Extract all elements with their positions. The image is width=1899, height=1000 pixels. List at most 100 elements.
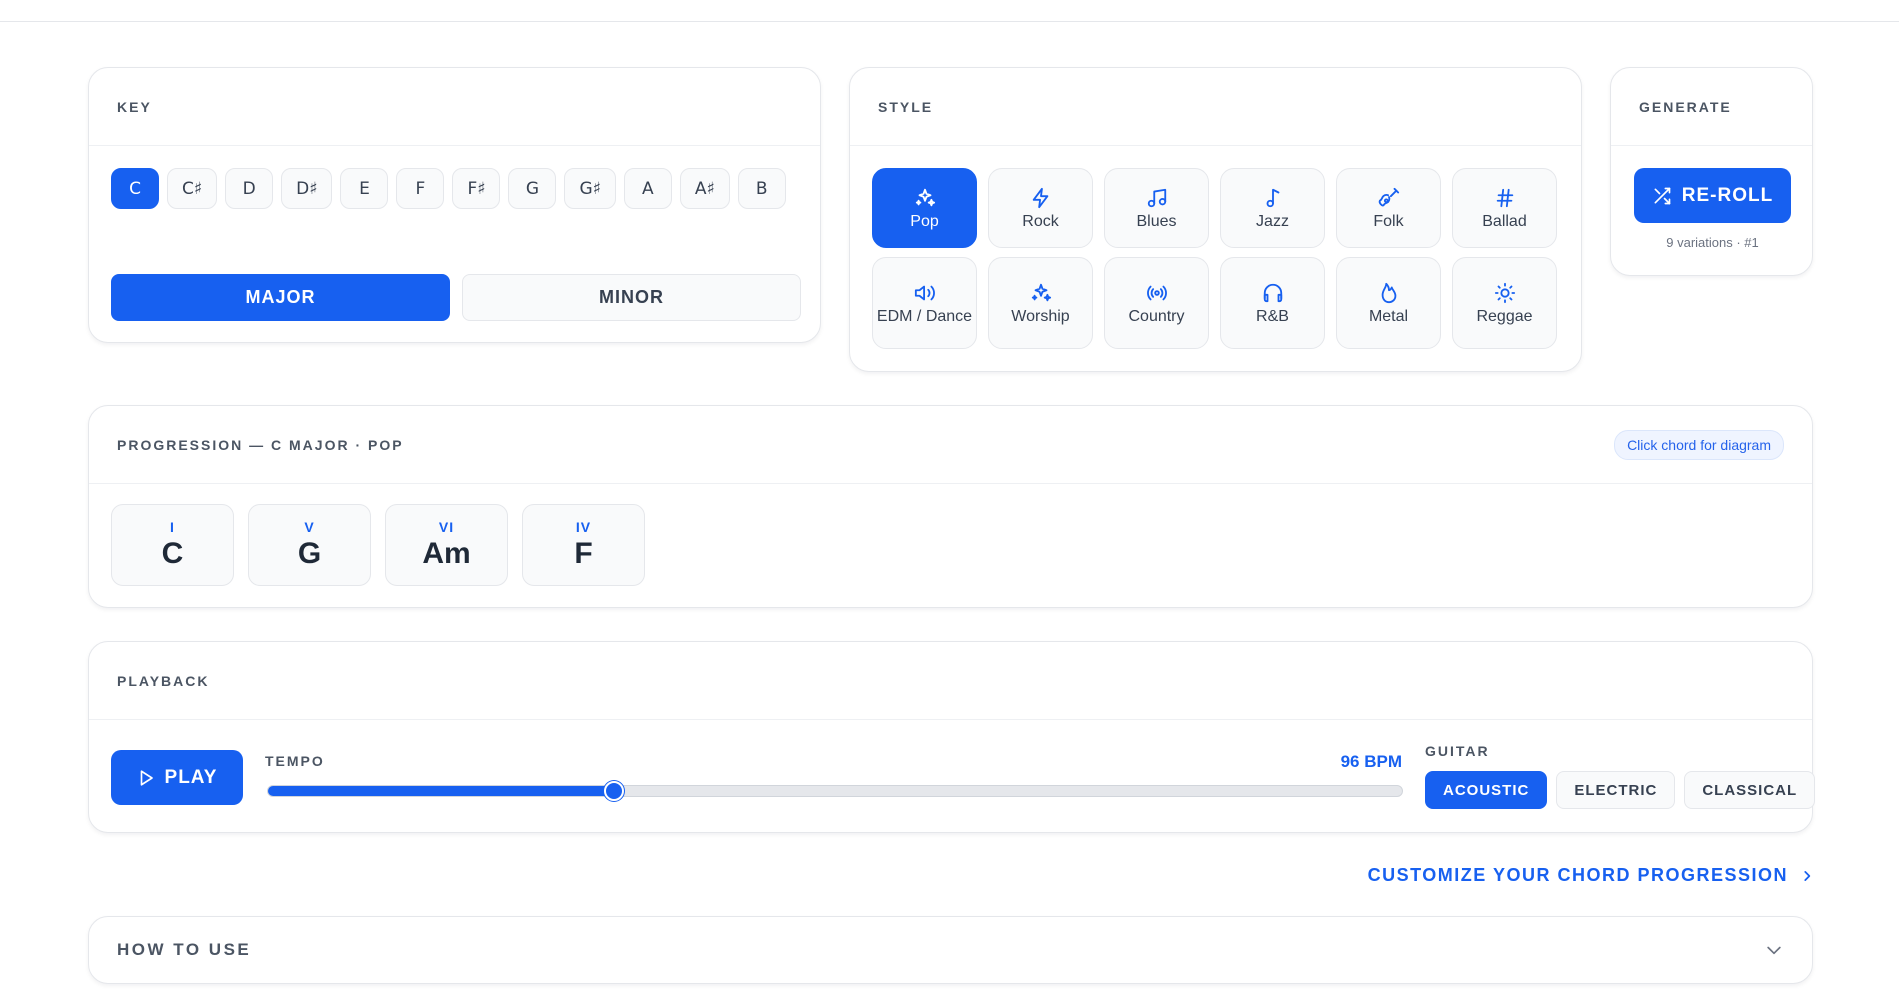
minor-mode-button[interactable]: MINOR (462, 274, 801, 321)
key-note-button[interactable]: F (396, 168, 445, 209)
key-note-button[interactable]: C♯ (167, 168, 218, 209)
style-option-label: Rock (1022, 213, 1059, 230)
style-option-label: Jazz (1256, 213, 1289, 230)
key-note-button[interactable]: G♯ (564, 168, 616, 209)
style-option-r-b[interactable]: R&B (1220, 257, 1325, 349)
chord-name: F (574, 537, 593, 570)
style-option-country[interactable]: Country (1104, 257, 1209, 349)
chevron-right-icon (1804, 870, 1811, 881)
lightning-icon (1032, 187, 1048, 209)
key-note-button[interactable]: B (737, 168, 786, 209)
key-note-button[interactable]: G (508, 168, 557, 209)
guitar-label: GUITAR (1425, 743, 1490, 759)
chord-card[interactable]: VG (248, 504, 371, 586)
key-card: KEY C C♯ D D♯ E F F♯ G G♯ A A♯ B MAJOR MINOR (88, 67, 821, 343)
flame-icon (1381, 282, 1396, 304)
mode-toggle: MAJOR MINOR (111, 274, 801, 321)
generate-title: GENERATE (1639, 98, 1732, 115)
style-option-label: Country (1128, 308, 1185, 325)
style-option-label: Reggae (1476, 308, 1533, 325)
reroll-button[interactable]: RE-ROLL (1634, 168, 1791, 223)
chord-name: C (161, 537, 184, 570)
style-option-edm-dance[interactable]: EDM / Dance (872, 257, 977, 349)
key-title: KEY (117, 98, 152, 115)
customize-progression-link[interactable]: CUSTOMIZE YOUR CHORD PROGRESSION (1368, 865, 1814, 886)
key-note-button[interactable]: D♯ (281, 168, 333, 209)
chord-numeral: IV (575, 519, 592, 535)
playback-card-header: PLAYBACK (89, 642, 1812, 720)
style-option-reggae[interactable]: Reggae (1452, 257, 1557, 349)
guitar-icon (1378, 187, 1399, 207)
sun-icon (1494, 282, 1515, 304)
chord-numeral: VI (438, 519, 455, 535)
style-option-jazz[interactable]: Jazz (1220, 168, 1325, 248)
progression-card-header: PROGRESSION — C MAJOR · POP Click chord … (89, 406, 1812, 484)
style-card: STYLE Pop Rock Blues Jazz Folk Ballad EDM / Da… (849, 67, 1582, 372)
how-to-use-title: HOW TO USE (117, 940, 252, 959)
style-option-label: EDM / Dance (876, 308, 973, 325)
key-note-button[interactable]: A (623, 168, 672, 209)
guitar-option-classical[interactable]: CLASSICAL (1684, 771, 1816, 809)
chevron-down-icon (1767, 946, 1781, 955)
chord-card[interactable]: IV F (522, 504, 645, 586)
style-option-label: Metal (1368, 308, 1409, 325)
key-note-button[interactable]: C (111, 168, 159, 209)
radio-icon (1146, 285, 1167, 301)
key-note-button[interactable]: D (225, 168, 274, 209)
guitar-option-electric[interactable]: ELECTRIC (1556, 771, 1676, 809)
guitar-option-acoustic[interactable]: ACOUSTIC (1425, 771, 1548, 809)
chord-name: Am (422, 537, 471, 570)
how-to-use-accordion[interactable]: HOW TO USE (88, 916, 1813, 984)
music-notes-icon (1147, 188, 1166, 208)
sparkles-icon (1031, 283, 1051, 302)
style-card-header: STYLE (850, 68, 1581, 146)
hash-icon (1496, 188, 1513, 208)
generate-card: GENERATE RE-ROLL 9 variations · #1 (1610, 67, 1813, 276)
speaker-icon (914, 285, 935, 301)
style-option-pop[interactable]: Pop (872, 168, 977, 248)
style-option-metal[interactable]: Metal (1336, 257, 1441, 349)
tempo-slider[interactable] (267, 781, 1403, 801)
style-option-label: Worship (1011, 308, 1070, 325)
tempo-slider-fill (268, 786, 614, 796)
progression-card: PROGRESSION — C MAJOR · POP Click chord … (88, 405, 1813, 608)
style-option-label: Ballad (1482, 213, 1527, 230)
progression-title: PROGRESSION — C MAJOR · POP (117, 436, 404, 453)
headphones-icon (1263, 283, 1282, 303)
chord-list: I C V G VI Am IV F (111, 504, 645, 586)
guitar-type-selector: ACOUSTIC ELECTRIC CLASSICAL (1425, 771, 1816, 809)
chord-card[interactable]: IC (111, 504, 234, 586)
variations-count: 9 variations · #1 (1666, 235, 1759, 250)
chord-numeral: I (170, 519, 175, 535)
major-mode-button[interactable]: MAJOR (111, 274, 450, 321)
sparkles-icon (915, 188, 935, 207)
play-label: PLAY (164, 766, 218, 788)
generate-card-header: GENERATE (1611, 68, 1812, 146)
style-option-label: Pop (910, 213, 939, 230)
style-option-label: R&B (1256, 308, 1289, 325)
style-option-rock[interactable]: Rock (988, 168, 1093, 248)
chord-card[interactable]: VI Am (385, 504, 508, 586)
play-button[interactable]: PLAY (111, 750, 243, 805)
key-note-grid: C C♯ D D♯ E F F♯ G G♯ A A♯ B (111, 168, 801, 209)
chord-name: G (297, 537, 322, 570)
style-option-label: Folk (1373, 213, 1404, 230)
style-option-blues[interactable]: Blues (1104, 168, 1209, 248)
style-option-ballad[interactable]: Ballad (1452, 168, 1557, 248)
key-note-button[interactable]: A♯ (679, 168, 730, 209)
style-option-folk[interactable]: Folk (1336, 168, 1441, 248)
customize-label: CUSTOMIZE YOUR CHORD PROGRESSION (1367, 865, 1788, 885)
key-note-button[interactable]: E (340, 168, 389, 209)
how-to-use-header[interactable]: HOW TO USE (89, 917, 1812, 983)
playback-title: PLAYBACK (117, 672, 210, 689)
shuffle-icon (1654, 187, 1671, 204)
tempo-label: TEMPO (265, 753, 325, 769)
chord-numeral: V (304, 519, 315, 535)
key-card-header: KEY (89, 68, 820, 146)
style-grid: Pop Rock Blues Jazz Folk Ballad EDM / Dance Wor… (872, 168, 1557, 349)
key-note-button[interactable]: F♯ (452, 168, 501, 209)
tempo-slider-thumb[interactable] (603, 781, 624, 801)
style-title: STYLE (878, 98, 934, 115)
style-option-worship[interactable]: Worship (988, 257, 1093, 349)
style-option-label: Blues (1136, 213, 1177, 230)
